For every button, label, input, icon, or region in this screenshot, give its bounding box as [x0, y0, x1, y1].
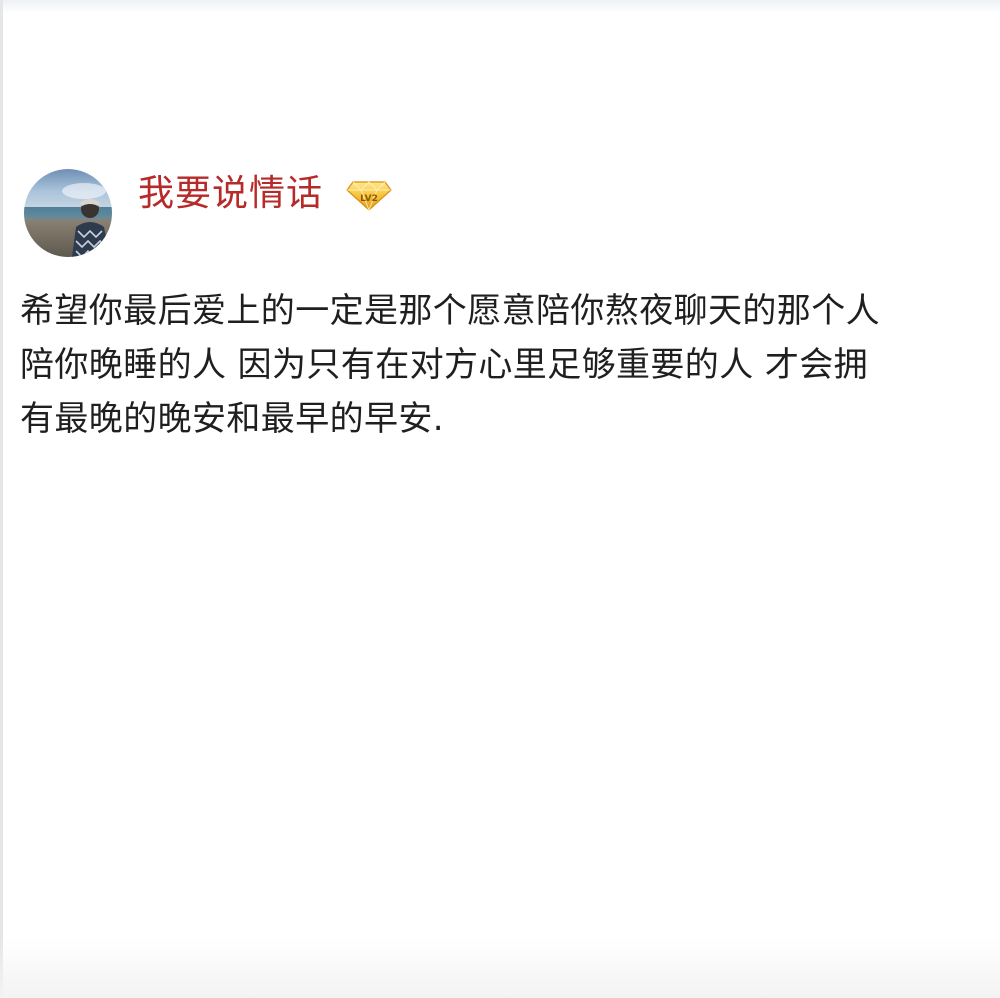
author-avatar[interactable] [24, 169, 112, 257]
post-body-text: 希望你最后爱上的一定是那个愿意陪你熬夜聊天的那个人 陪你晚睡的人 因为只有在对方… [20, 291, 880, 439]
avatar-photo [24, 169, 112, 257]
post-header: 我要说情话 LV2 [24, 168, 393, 258]
level-badge-text: LV2 [360, 194, 378, 204]
top-edge-shadow [0, 0, 1000, 14]
diamond-level-badge-icon[interactable]: LV2 [345, 176, 393, 212]
left-edge-border [0, 0, 3, 998]
author-row: 我要说情话 LV2 [138, 172, 393, 216]
bottom-edge-shadow [0, 938, 1000, 998]
author-name[interactable]: 我要说情话 [138, 172, 323, 216]
